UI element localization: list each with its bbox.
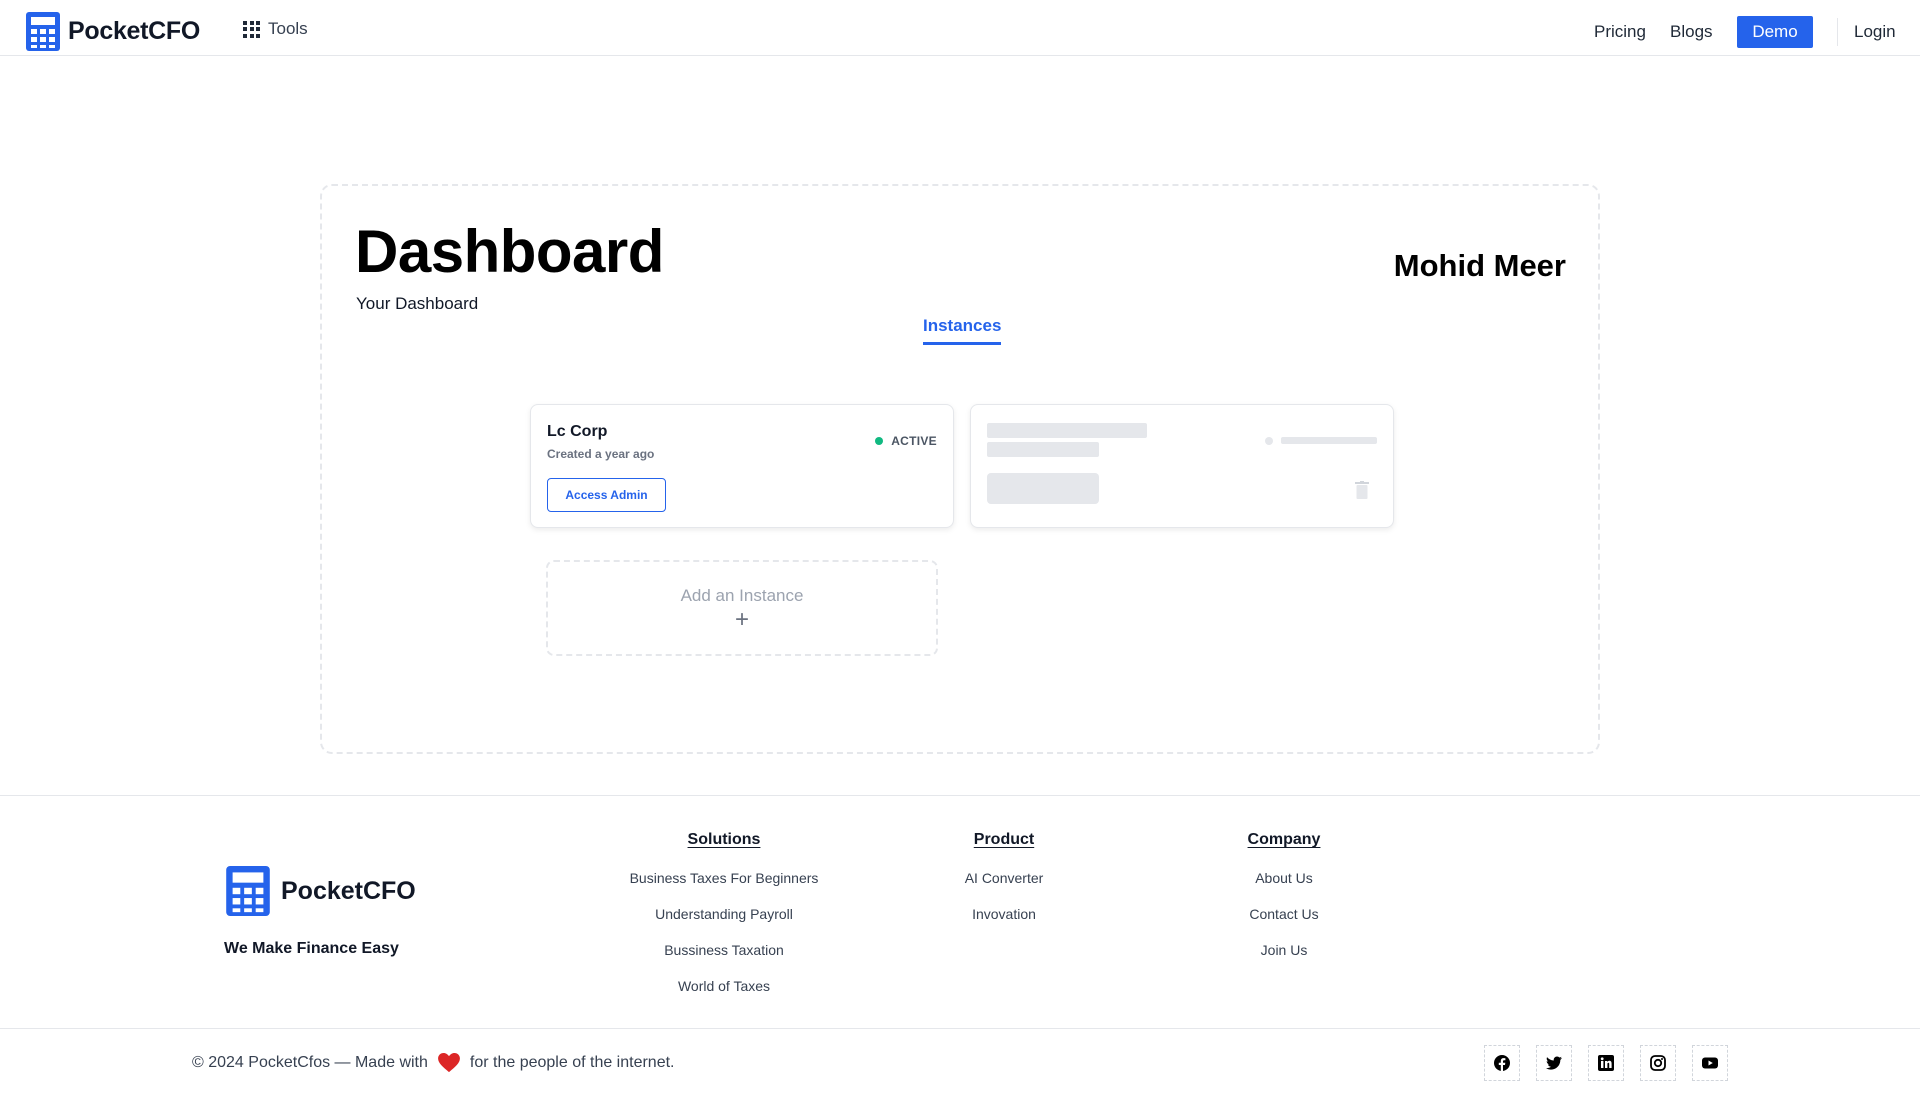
linkedin-icon (1598, 1055, 1614, 1071)
heart-icon (437, 1053, 460, 1073)
facebook-icon (1494, 1055, 1510, 1071)
twitter-link[interactable] (1536, 1045, 1572, 1081)
plus-icon: + (734, 606, 749, 633)
nav-blogs-link[interactable]: Blogs (1670, 22, 1713, 42)
top-navbar: PocketCFO Tools Pricing Blogs Demo Login (0, 0, 1920, 56)
add-instance-label: Add an Instance (680, 586, 804, 605)
calculator-icon (226, 866, 270, 916)
footer-tagline: We Make Finance Easy (224, 940, 399, 957)
nav-divider (1837, 18, 1838, 46)
footer-brand-logo[interactable]: PocketCFO (226, 866, 416, 916)
copyright-prefix: © 2024 PocketCfos — Made with (192, 1054, 428, 1071)
demo-button[interactable]: Demo (1737, 16, 1813, 48)
footer-column-company: Company About Us Contact Us Join Us (1164, 831, 1404, 977)
instance-name: Lc Corp (547, 423, 608, 440)
brand-logo[interactable]: PocketCFO (26, 12, 200, 51)
copyright-suffix: for the people of the internet. (469, 1054, 675, 1071)
footer-link[interactable]: Bussiness Taxation (604, 941, 844, 977)
instance-created: Created a year ago (547, 447, 655, 461)
dashboard-panel: Dashboard Your Dashboard Mohid Meer Inst… (320, 184, 1600, 754)
footer-brand-name: PocketCFO (281, 876, 416, 905)
copyright: © 2024 PocketCfos — Made with for the pe… (192, 1053, 675, 1073)
status-label: ACTIVE (891, 434, 937, 448)
footer-heading: Company (1247, 831, 1321, 848)
calculator-icon (26, 12, 60, 51)
footer-divider (0, 795, 1920, 796)
footer-column-solutions: Solutions Business Taxes For Beginners U… (604, 831, 844, 1013)
tab-instances[interactable]: Instances (923, 316, 1002, 345)
linkedin-link[interactable] (1588, 1045, 1624, 1081)
footer-link[interactable]: AI Converter (884, 869, 1124, 905)
trash-icon (1355, 481, 1369, 499)
skeleton-button (987, 473, 1099, 504)
nav-login-link[interactable]: Login (1854, 22, 1896, 42)
grid-icon (243, 20, 260, 38)
brand-name: PocketCFO (68, 17, 201, 45)
footer-link[interactable]: Contact Us (1164, 905, 1404, 941)
footer-link[interactable]: Invovation (884, 905, 1124, 941)
add-instance-button[interactable]: Add an Instance + (546, 560, 938, 656)
footer-heading: Product (973, 831, 1035, 848)
status-dot-icon (875, 437, 884, 445)
instance-card-loading (970, 404, 1394, 528)
tools-menu[interactable]: Tools (243, 19, 308, 39)
skeleton-status-dot (1265, 437, 1273, 445)
user-name: Mohid Meer (1393, 248, 1566, 283)
page-subtitle: Your Dashboard (356, 294, 479, 313)
footer-column-product: Product AI Converter Invovation (884, 831, 1124, 941)
nav-pricing-link[interactable]: Pricing (1594, 22, 1646, 42)
tools-label: Tools (268, 19, 308, 38)
instagram-link[interactable] (1640, 1045, 1676, 1081)
footer-link[interactable]: Join Us (1164, 941, 1404, 977)
skeleton-title (987, 423, 1147, 438)
facebook-link[interactable] (1484, 1045, 1520, 1081)
instance-card: Lc Corp Created a year ago ACTIVE Access… (530, 404, 954, 528)
footer-bottom-divider (0, 1028, 1920, 1029)
status-badge: ACTIVE (875, 434, 937, 448)
page-title: Dashboard (355, 218, 664, 285)
footer-link[interactable]: About Us (1164, 869, 1404, 905)
youtube-icon (1702, 1057, 1718, 1069)
footer-heading: Solutions (687, 831, 761, 848)
footer-link[interactable]: Business Taxes For Beginners (604, 869, 844, 905)
footer-link[interactable]: World of Taxes (604, 977, 844, 1013)
skeleton-subtitle (987, 442, 1099, 457)
youtube-link[interactable] (1692, 1045, 1728, 1081)
twitter-icon (1546, 1056, 1562, 1070)
instagram-icon (1650, 1055, 1666, 1071)
footer-link[interactable]: Understanding Payroll (604, 905, 844, 941)
access-admin-button[interactable]: Access Admin (547, 478, 666, 512)
skeleton-status (1281, 437, 1377, 444)
